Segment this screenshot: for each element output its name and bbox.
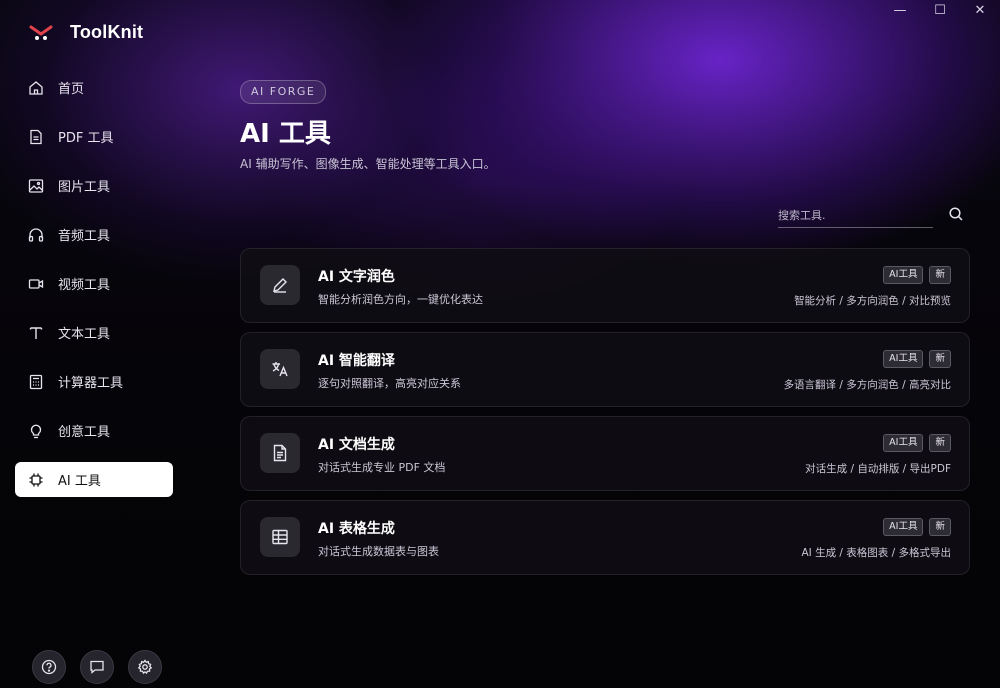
feedback-icon: [90, 660, 104, 674]
tag-ai-tool: AI工具: [883, 266, 924, 284]
calculator-icon: [29, 374, 43, 389]
sidebar-item-label: 图片工具: [58, 180, 111, 195]
sidebar-item-ai[interactable]: AI 工具: [15, 462, 173, 497]
page-subtitle: AI 辅助写作、图像生成、智能处理等工具入口。: [240, 157, 496, 171]
tool-card-ai-translate[interactable]: AI 智能翻译 逐句对照翻译，高亮对应关系 AI工具 新 多语言翻译 / 多方向…: [240, 332, 970, 407]
sidebar-item-calculator[interactable]: 计算器工具: [15, 364, 173, 399]
tag-ai-tool: AI工具: [883, 518, 924, 536]
file-text-icon: [273, 444, 287, 462]
sidebar-item-label: 首页: [58, 82, 85, 97]
card-description: 对话式生成专业 PDF 文档: [318, 461, 446, 474]
tool-card-ai-document[interactable]: AI 文档生成 对话式生成专业 PDF 文档 AI工具 新 对话生成 / 自动排…: [240, 416, 970, 491]
card-features: AI 生成 / 表格图表 / 多格式导出: [801, 547, 951, 559]
tag-new: 新: [929, 266, 951, 284]
card-title: AI 智能翻译: [318, 353, 395, 369]
tag-ai-tool: AI工具: [883, 350, 924, 368]
help-button[interactable]: [32, 650, 66, 684]
search-input[interactable]: [778, 203, 933, 228]
card-title: AI 文档生成: [318, 437, 395, 453]
sidebar-item-label: 视频工具: [58, 278, 111, 293]
search-icon[interactable]: [948, 206, 964, 222]
sidebar-item-video[interactable]: 视频工具: [15, 266, 173, 301]
sidebar-item-audio[interactable]: 音频工具: [15, 217, 173, 252]
settings-icon: [137, 659, 153, 675]
sidebar-item-label: 文本工具: [58, 327, 111, 342]
settings-button[interactable]: [128, 650, 162, 684]
translate-icon: [272, 362, 288, 377]
table-icon: [272, 529, 288, 545]
app-logo: ToolKnit: [28, 22, 143, 43]
card-title: AI 表格生成: [318, 521, 395, 537]
card-title: AI 文字润色: [318, 269, 395, 285]
tag-new: 新: [929, 518, 951, 536]
sidebar-item-pdf[interactable]: PDF 工具: [15, 119, 173, 154]
tag-new: 新: [929, 434, 951, 452]
sidebar-item-label: AI 工具: [58, 474, 101, 489]
card-icon-box: [260, 265, 300, 305]
card-features: 多语言翻译 / 多方向润色 / 高亮对比: [783, 379, 951, 391]
card-features: 智能分析 / 多方向润色 / 对比预览: [794, 295, 951, 307]
sidebar-item-label: 创意工具: [58, 425, 111, 440]
toolknit-logo-icon: [29, 25, 53, 40]
sidebar-item-label: 计算器工具: [58, 376, 124, 391]
card-description: 智能分析润色方向，一键优化表达: [318, 293, 483, 306]
card-tags: AI工具 新: [883, 434, 951, 452]
text-icon: [29, 326, 43, 339]
tag-new: 新: [929, 350, 951, 368]
feedback-button[interactable]: [80, 650, 114, 684]
help-icon: [41, 659, 57, 675]
page-title: AI 工具: [240, 119, 331, 149]
tool-card-ai-polish[interactable]: AI 文字润色 智能分析润色方向，一键优化表达 AI工具 新 智能分析 / 多方…: [240, 248, 970, 323]
sidebar-item-label: 音频工具: [58, 229, 111, 244]
app-name: ToolKnit: [70, 22, 144, 42]
card-features: 对话生成 / 自动排版 / 导出PDF: [805, 463, 951, 475]
maximize-button[interactable]: ☐: [920, 0, 960, 20]
card-tags: AI工具 新: [883, 518, 951, 536]
minimize-button[interactable]: —: [880, 0, 920, 20]
tag-ai-tool: AI工具: [883, 434, 924, 452]
card-description: 对话式生成数据表与图表: [318, 545, 439, 558]
card-icon-box: [260, 349, 300, 389]
lightbulb-icon: [30, 424, 42, 438]
headphones-icon: [28, 227, 44, 242]
home-icon: [29, 80, 43, 95]
card-description: 逐句对照翻译，高亮对应关系: [318, 377, 461, 390]
pen-icon: [273, 278, 287, 293]
window-controls: — ☐ ✕: [880, 0, 1000, 20]
search-box: [778, 203, 968, 229]
tool-card-ai-table[interactable]: AI 表格生成 对话式生成数据表与图表 AI工具 新 AI 生成 / 表格图表 …: [240, 500, 970, 575]
close-button[interactable]: ✕: [960, 0, 1000, 20]
sidebar-item-image[interactable]: 图片工具: [15, 168, 173, 203]
sidebar-bottom-actions: [32, 650, 162, 684]
sidebar-item-home[interactable]: 首页: [15, 70, 173, 105]
image-icon: [28, 178, 44, 193]
document-icon: [30, 129, 42, 144]
sidebar-item-text[interactable]: 文本工具: [15, 315, 173, 350]
card-tags: AI工具 新: [883, 266, 951, 284]
card-icon-box: [260, 517, 300, 557]
sidebar-nav: 首页 PDF 工具 图片工具 音频工具 视频工具 文本工具 计算器工具 创意工具…: [15, 70, 173, 511]
sidebar-item-label: PDF 工具: [58, 131, 114, 146]
chip-icon: [29, 473, 43, 486]
card-tags: AI工具 新: [883, 350, 951, 368]
card-icon-box: [260, 433, 300, 473]
video-icon: [28, 278, 44, 289]
sidebar-item-creative[interactable]: 创意工具: [15, 413, 173, 448]
section-badge: AI FORGE: [240, 80, 327, 104]
